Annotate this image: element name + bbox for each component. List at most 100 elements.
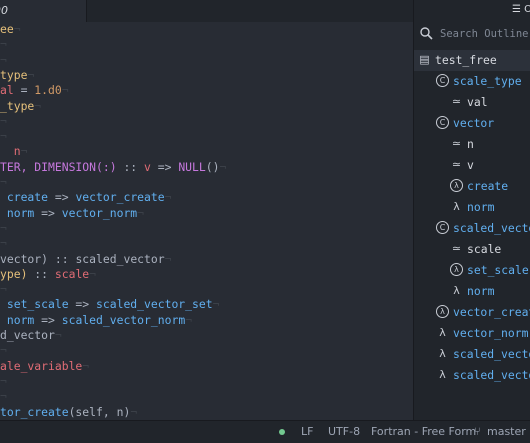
eol-marker: ¬: [0, 37, 7, 52]
outline-item-label: test_free: [435, 53, 497, 67]
code-token: 1.d0: [34, 83, 62, 98]
outline-item[interactable]: ▤ test_free: [414, 50, 530, 71]
outline-item-label: n: [467, 137, 474, 151]
outline-item-label: norm: [467, 200, 495, 214]
module-icon: ▤: [419, 53, 430, 66]
code-token: n: [0, 144, 21, 159]
code-line: ¬: [0, 221, 7, 236]
outline-item[interactable]: λ vector_norm: [414, 323, 530, 344]
git-branch[interactable]: master: [487, 421, 526, 443]
code-token: =>: [68, 297, 97, 312]
code-line: vector) :: scaled_vector¬: [0, 252, 171, 267]
outline-item[interactable]: Cscale_type: [414, 71, 530, 92]
outline-item-label: set_scale: [467, 263, 529, 277]
editor-tab[interactable]: 90: [0, 0, 87, 22]
variable-icon: ≃: [451, 242, 462, 255]
outline-item[interactable]: ≃ val: [414, 92, 530, 113]
code-token: vector): [0, 251, 49, 266]
code-line: ¬: [0, 343, 7, 358]
outline-item[interactable]: λ norm: [414, 197, 530, 218]
search-input[interactable]: [440, 25, 530, 43]
code-line: ¬: [0, 282, 7, 297]
git-branch-icon: ⑂: [474, 425, 481, 438]
outline-item[interactable]: ≃ scale: [414, 239, 530, 260]
code-token: =>: [150, 159, 179, 174]
outline-item[interactable]: Cscaled_vector: [414, 218, 530, 239]
outline-item[interactable]: λ set_scale: [414, 260, 530, 281]
eol-marker: ¬: [20, 144, 28, 159]
code-token: =>: [34, 205, 62, 220]
class-icon: C: [436, 116, 449, 129]
code-token: al: [0, 83, 14, 98]
code-line: set_scale => scaled_vector_set¬: [0, 297, 220, 312]
method-icon: λ: [436, 305, 449, 318]
outline-item[interactable]: λ scaled_vector: [414, 344, 530, 365]
code-token: scaled_vector: [75, 251, 165, 266]
code-token: ::: [27, 266, 55, 281]
code-line: ype) :: scale¬: [0, 267, 96, 282]
code-token: vector_norm: [61, 205, 138, 220]
code-line: ¬: [0, 53, 7, 68]
outline-item[interactable]: λ norm: [414, 281, 530, 302]
eol-marker: ¬: [0, 373, 7, 388]
outline-item[interactable]: Cvector: [414, 113, 530, 134]
code-token: ype): [0, 266, 28, 281]
line-ending[interactable]: LF: [301, 421, 313, 443]
eol-marker: ¬: [54, 328, 62, 342]
outline-panel: ☰ Ou ▤test_freeCscale_type≃valCvector≃n≃…: [413, 0, 530, 420]
code-line: al = 1.d0¬: [0, 83, 69, 98]
code-token: (self, n): [68, 404, 131, 419]
outline-item-label: scale_type: [453, 74, 522, 88]
code-line: ¬: [0, 389, 7, 404]
outline-item-label: vector: [453, 116, 495, 130]
outline-item-label: val: [467, 95, 488, 109]
code-line: ale_variable¬: [0, 359, 89, 374]
code-line: ee¬: [0, 22, 21, 37]
code-line: tor_create(self, n)¬: [0, 405, 137, 420]
code-token: set_scale: [0, 297, 69, 312]
status-indicator-icon: [279, 429, 285, 435]
outline-item[interactable]: λ create: [414, 176, 530, 197]
function-icon: λ: [439, 326, 446, 339]
eol-marker: ¬: [0, 52, 7, 67]
outline-item[interactable]: ≃ n: [414, 134, 530, 155]
outline-item[interactable]: λ vector_create: [414, 302, 530, 323]
eol-marker: ¬: [0, 175, 7, 189]
code-line: norm => scaled_vector_norm¬: [0, 313, 192, 328]
method-icon: λ: [450, 179, 463, 192]
eol-marker: ¬: [219, 159, 227, 174]
eol-marker: ¬: [185, 312, 193, 327]
code-token: norm: [0, 205, 35, 220]
eol-marker: ¬: [212, 297, 220, 312]
code-token: scaled_vector_set: [96, 297, 213, 312]
code-token: ::: [48, 251, 76, 266]
code-line: type¬: [0, 68, 34, 83]
code-editor[interactable]: ee¬ ¬ ¬ type¬ al = 1.d0¬ _type¬ ¬ ¬ n¬ TER, DIME…: [0, 22, 413, 420]
code-line: n¬: [0, 144, 28, 159]
code-token: =>: [34, 312, 62, 327]
code-line: ¬: [0, 37, 7, 52]
eol-marker: ¬: [0, 236, 7, 251]
code-token: type: [0, 67, 28, 82]
code-line: ¬: [0, 129, 7, 144]
grammar[interactable]: Fortran - Free Form: [371, 421, 476, 443]
eol-marker: ¬: [137, 205, 145, 220]
eol-marker: ¬: [0, 129, 7, 144]
variable-icon: ≃: [451, 95, 462, 108]
code-line: norm => vector_norm¬: [0, 206, 144, 221]
outline-item[interactable]: ≃ v: [414, 155, 530, 176]
code-token: TER, DIMENSION(:): [0, 159, 117, 174]
code-token: ale_variable: [0, 358, 83, 373]
code-token: _type: [0, 98, 35, 113]
code-token: =>: [48, 190, 76, 205]
code-token: ee: [0, 22, 14, 36]
eol-marker: ¬: [82, 358, 90, 373]
outline-header[interactable]: ☰ Ou: [512, 4, 530, 15]
encoding[interactable]: UTF-8: [328, 421, 360, 443]
outline-item-label: create: [467, 179, 509, 193]
outline-item-label: scaled_vector: [453, 221, 530, 235]
code-token: norm: [0, 312, 35, 327]
outline-item-label: scaled_vector: [453, 347, 530, 361]
outline-item[interactable]: λ scaled_vector: [414, 365, 530, 386]
eol-marker: ¬: [34, 98, 42, 113]
